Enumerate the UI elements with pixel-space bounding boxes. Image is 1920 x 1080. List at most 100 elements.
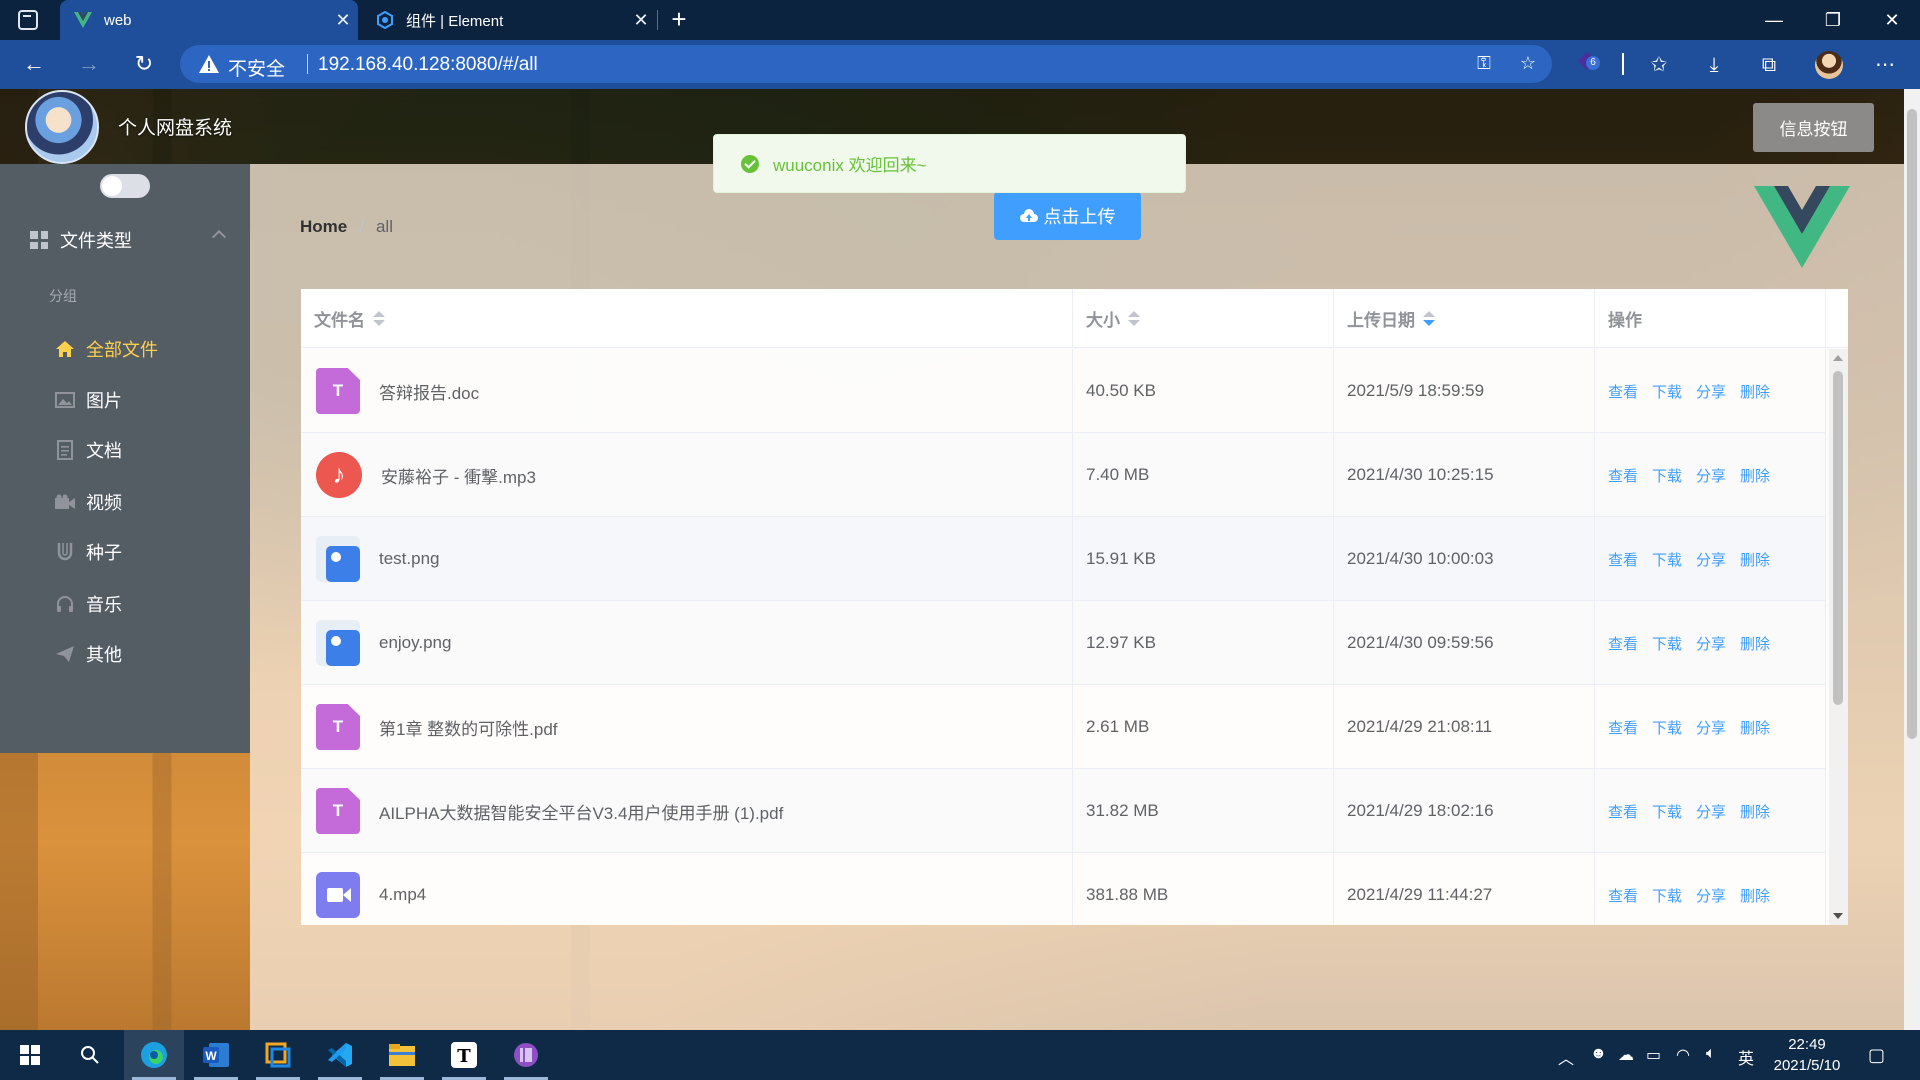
table-row[interactable]: enjoy.png 12.97 KB 2021/4/30 09:59:56 查看… — [301, 601, 1826, 685]
sidebar-item-pictures[interactable]: 图片 — [0, 372, 250, 428]
upload-button[interactable]: 点击上传 — [994, 192, 1141, 240]
share-link[interactable]: 分享 — [1696, 465, 1726, 486]
download-link[interactable]: 下载 — [1652, 633, 1682, 654]
tab-element[interactable]: 组件 | Element ✕ — [362, 0, 656, 40]
scrollbar-thumb[interactable] — [1833, 371, 1843, 705]
sort-caret-icon[interactable] — [1423, 311, 1435, 326]
restore-button[interactable]: ❐ — [1805, 0, 1861, 40]
close-tab-icon[interactable]: ✕ — [626, 10, 656, 31]
add-favorite-icon[interactable]: ☆ — [1516, 53, 1540, 77]
minimize-button[interactable]: — — [1746, 0, 1802, 40]
profile-avatar[interactable] — [1815, 51, 1843, 79]
key-icon[interactable]: ⚿ — [1472, 53, 1496, 77]
taskbar-vscode[interactable] — [310, 1030, 370, 1080]
wifi-icon[interactable]: ◠ — [1676, 1045, 1690, 1065]
back-button[interactable]: ← — [18, 48, 50, 80]
share-link[interactable]: 分享 — [1696, 633, 1726, 654]
taskbar-word[interactable]: W — [186, 1030, 246, 1080]
taskbar-file-explorer[interactable] — [372, 1030, 432, 1080]
search-button[interactable] — [60, 1030, 120, 1080]
view-link[interactable]: 查看 — [1608, 633, 1638, 654]
more-menu-icon[interactable]: ⋯ — [1870, 50, 1900, 80]
share-link[interactable]: 分享 — [1696, 381, 1726, 402]
collapse-switch[interactable] — [100, 174, 150, 198]
scroll-up-arrow-icon[interactable] — [1833, 355, 1843, 361]
file-type-submenu[interactable]: 文件类型 — [0, 212, 250, 268]
collections-icon[interactable]: ⧉ — [1754, 50, 1784, 80]
system-clock[interactable]: 22:49 2021/5/10 — [1762, 1034, 1852, 1076]
download-link[interactable]: 下载 — [1652, 801, 1682, 822]
tray-app-icon[interactable]: ☻ — [1590, 1045, 1607, 1063]
delete-link[interactable]: 删除 — [1740, 885, 1770, 906]
url-text[interactable]: 192.168.40.128:8080/#/all — [318, 54, 538, 76]
close-tab-icon[interactable]: ✕ — [328, 10, 358, 31]
download-link[interactable]: 下载 — [1652, 885, 1682, 906]
table-row[interactable]: 安藤裕子 - 衝撃.mp3 7.40 MB 2021/4/30 10:25:15… — [301, 433, 1826, 517]
taskbar-edge[interactable] — [124, 1030, 184, 1080]
view-link[interactable]: 查看 — [1608, 801, 1638, 822]
download-link[interactable]: 下载 — [1652, 381, 1682, 402]
table-scrollbar[interactable] — [1829, 349, 1848, 925]
view-link[interactable]: 查看 — [1608, 549, 1638, 570]
delete-link[interactable]: 删除 — [1740, 381, 1770, 402]
sort-caret-icon[interactable] — [1128, 311, 1140, 326]
info-button[interactable]: 信息按钮 — [1753, 103, 1874, 152]
view-link[interactable]: 查看 — [1608, 465, 1638, 486]
delete-link[interactable]: 删除 — [1740, 465, 1770, 486]
page-scrollbar[interactable] — [1904, 89, 1920, 1030]
refresh-button[interactable]: ↻ — [128, 48, 160, 80]
column-header-name[interactable]: 文件名 — [301, 289, 1073, 348]
picture-icon — [54, 389, 76, 411]
taskbar-app[interactable] — [496, 1030, 556, 1080]
favorites-icon[interactable]: ✩ — [1644, 50, 1674, 80]
forward-button[interactable]: → — [73, 48, 105, 80]
sidebar-item-music[interactable]: 音乐 — [0, 576, 250, 632]
page-scrollbar-thumb[interactable] — [1907, 109, 1917, 739]
scroll-down-arrow-icon[interactable] — [1833, 913, 1843, 919]
download-link[interactable]: 下载 — [1652, 465, 1682, 486]
table-row[interactable]: test.png 15.91 KB 2021/4/30 10:00:03 查看 … — [301, 517, 1826, 601]
share-link[interactable]: 分享 — [1696, 717, 1726, 738]
delete-link[interactable]: 删除 — [1740, 549, 1770, 570]
close-window-button[interactable]: ✕ — [1864, 0, 1920, 40]
table-row[interactable]: AILPHA大数据智能安全平台V3.4用户使用手册 (1).pdf 31.82 … — [301, 769, 1826, 853]
share-link[interactable]: 分享 — [1696, 549, 1726, 570]
sidebar-item-all-files[interactable]: 全部文件 — [0, 321, 250, 377]
onedrive-icon[interactable]: ☁ — [1618, 1045, 1634, 1065]
tab-actions-icon[interactable] — [18, 10, 38, 30]
download-icon[interactable]: ⤓ — [1699, 50, 1729, 80]
battery-icon[interactable]: ▭ — [1646, 1045, 1661, 1065]
sort-caret-icon[interactable] — [373, 311, 385, 326]
sidebar-item-torrents[interactable]: 种子 — [0, 524, 250, 580]
view-link[interactable]: 查看 — [1608, 885, 1638, 906]
start-button[interactable] — [0, 1030, 60, 1080]
volume-icon[interactable]: 🔈︎ — [1706, 1045, 1716, 1063]
show-hidden-icons-icon[interactable]: ︿ — [1558, 1045, 1574, 1069]
taskbar-vmware[interactable] — [248, 1030, 308, 1080]
delete-link[interactable]: 删除 — [1740, 633, 1770, 654]
input-method-indicator[interactable]: 英 — [1738, 1045, 1754, 1069]
column-header-size[interactable]: 大小 — [1073, 289, 1334, 348]
sidebar-item-documents[interactable]: 文档 — [0, 422, 250, 478]
view-link[interactable]: 查看 — [1608, 717, 1638, 738]
share-link[interactable]: 分享 — [1696, 885, 1726, 906]
table-row[interactable]: 4.mp4 381.88 MB 2021/4/29 11:44:27 查看 下载… — [301, 853, 1826, 925]
download-link[interactable]: 下载 — [1652, 549, 1682, 570]
notifications-icon[interactable]: ▢ — [1868, 1045, 1885, 1066]
delete-link[interactable]: 删除 — [1740, 717, 1770, 738]
share-link[interactable]: 分享 — [1696, 801, 1726, 822]
table-row[interactable]: 答辩报告.doc 40.50 KB 2021/5/9 18:59:59 查看 下… — [301, 349, 1826, 433]
sidebar-item-videos[interactable]: 视频 — [0, 474, 250, 530]
address-bar[interactable]: 不安全 192.168.40.128:8080/#/all ⚿ ☆ — [180, 45, 1552, 83]
new-tab-button[interactable]: + — [664, 6, 694, 34]
taskbar-typora[interactable]: T — [434, 1030, 494, 1080]
download-link[interactable]: 下载 — [1652, 717, 1682, 738]
tab-web[interactable]: web ✕ — [60, 0, 358, 40]
table-row[interactable]: 第1章 整数的可除性.pdf 2.61 MB 2021/4/29 21:08:1… — [301, 685, 1826, 769]
security-label[interactable]: 不安全 — [228, 54, 285, 81]
breadcrumb-home[interactable]: Home — [300, 217, 347, 237]
delete-link[interactable]: 删除 — [1740, 801, 1770, 822]
sidebar-item-others[interactable]: 其他 — [0, 626, 250, 682]
column-header-date[interactable]: 上传日期 — [1334, 289, 1595, 348]
view-link[interactable]: 查看 — [1608, 381, 1638, 402]
